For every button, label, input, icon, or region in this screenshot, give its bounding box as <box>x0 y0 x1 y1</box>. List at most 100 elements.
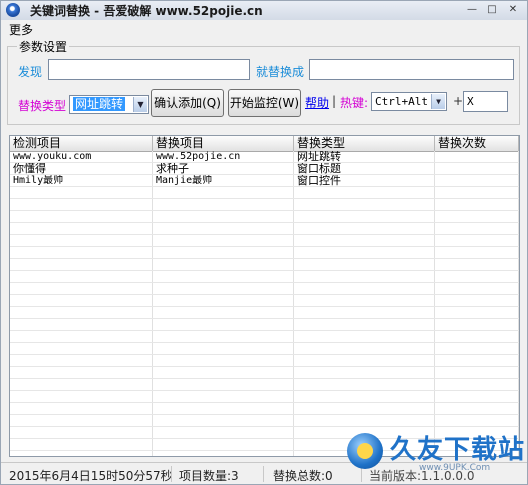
table-row-empty[interactable] <box>10 259 519 271</box>
column-header[interactable]: 检测项目 <box>10 136 153 151</box>
menu-bar: 更多 <box>1 20 527 37</box>
status-replace-total: 替换总数:0 <box>273 469 333 483</box>
table-cell <box>294 367 435 378</box>
table-row-empty[interactable] <box>10 379 519 391</box>
replace-input[interactable] <box>309 59 514 80</box>
table-row-empty[interactable] <box>10 187 519 199</box>
table-cell: 窗口控件 <box>294 175 435 186</box>
rules-table[interactable]: 检测项目 替换项目 替换类型 替换次数 www.youku.com www.52… <box>9 135 520 457</box>
table-cell <box>153 379 294 390</box>
replace-label: 就替换成 <box>256 65 305 79</box>
start-monitor-button[interactable]: 开始监控(W) <box>228 89 301 117</box>
table-cell <box>294 391 435 402</box>
table-cell <box>294 415 435 426</box>
table-header: 检测项目 替换项目 替换类型 替换次数 <box>10 136 519 152</box>
close-button[interactable]: ✕ <box>506 4 520 16</box>
find-input[interactable] <box>48 59 250 80</box>
table-cell: 求种子 <box>153 163 294 174</box>
empty-rows <box>10 187 519 456</box>
hotkey-modifier-value: Ctrl+Alt <box>375 95 428 108</box>
menu-more[interactable]: 更多 <box>9 21 33 38</box>
table-cell <box>10 403 153 414</box>
table-cell <box>10 247 153 258</box>
column-header[interactable]: 替换类型 <box>294 136 435 151</box>
table-row-empty[interactable] <box>10 331 519 343</box>
replace-type-select[interactable]: 网址跳转 ▼ <box>69 95 149 114</box>
table-row-empty[interactable] <box>10 319 519 331</box>
table-row-empty[interactable] <box>10 271 519 283</box>
table-cell <box>435 391 519 402</box>
table-cell <box>294 403 435 414</box>
table-cell <box>435 367 519 378</box>
table-cell <box>10 199 153 210</box>
table-row-empty[interactable] <box>10 343 519 355</box>
table-cell <box>153 271 294 282</box>
table-cell <box>153 187 294 198</box>
table-cell <box>10 343 153 354</box>
table-row-empty[interactable] <box>10 247 519 259</box>
table-cell <box>10 415 153 426</box>
table-cell: Hmily最帅 <box>10 175 153 186</box>
watermark-url: www.9UPK.Com <box>419 463 491 473</box>
table-cell <box>435 319 519 330</box>
table-cell <box>153 259 294 270</box>
table-row-empty[interactable] <box>10 295 519 307</box>
watermark: 久友下载站 www.9UPK.Com <box>344 427 527 484</box>
maximize-button[interactable]: □ <box>485 4 499 16</box>
table-cell <box>294 331 435 342</box>
table-cell <box>294 319 435 330</box>
table-row[interactable]: 你懂得 求种子 窗口标题 <box>10 163 519 175</box>
table-cell <box>153 391 294 402</box>
table-cell: 网址跳转 <box>294 151 435 162</box>
table-cell <box>153 247 294 258</box>
minimize-button[interactable]: — <box>465 4 479 16</box>
hotkey-key-input[interactable]: X <box>463 91 508 112</box>
table-row[interactable]: www.youku.com www.52pojie.cn 网址跳转 <box>10 151 519 163</box>
table-row-empty[interactable] <box>10 403 519 415</box>
table-cell <box>435 295 519 306</box>
table-cell <box>153 367 294 378</box>
replace-type-label: 替换类型 <box>18 99 67 113</box>
table-row-empty[interactable] <box>10 307 519 319</box>
table-row-empty[interactable] <box>10 415 519 427</box>
table-row[interactable]: Hmily最帅 Manjie最帅 窗口控件 <box>10 175 519 187</box>
table-cell <box>153 307 294 318</box>
table-cell <box>294 343 435 354</box>
table-cell <box>10 391 153 402</box>
table-row-empty[interactable] <box>10 235 519 247</box>
table-cell <box>153 331 294 342</box>
table-row-empty[interactable] <box>10 223 519 235</box>
confirm-add-button[interactable]: 确认添加(Q) <box>151 89 224 117</box>
help-link[interactable]: 帮助 <box>305 94 329 111</box>
table-cell <box>294 295 435 306</box>
table-cell <box>10 451 153 456</box>
chevron-down-icon[interactable]: ▼ <box>133 97 147 112</box>
table-cell <box>435 211 519 222</box>
table-row-empty[interactable] <box>10 355 519 367</box>
table-cell <box>294 199 435 210</box>
table-cell <box>10 295 153 306</box>
main-window: 关键词替换 - 吾爱破解 www.52pojie.cn — □ ✕ 更多 参数设… <box>0 0 528 485</box>
table-row-empty[interactable] <box>10 199 519 211</box>
status-item-count: 项目数量:3 <box>179 469 239 483</box>
table-cell <box>10 367 153 378</box>
chevron-down-icon[interactable]: ▼ <box>431 94 445 109</box>
table-cell <box>294 259 435 270</box>
table-row-empty[interactable] <box>10 391 519 403</box>
title-bar[interactable]: 关键词替换 - 吾爱破解 www.52pojie.cn — □ ✕ <box>1 1 527 20</box>
separator: | <box>332 94 337 108</box>
table-cell <box>435 247 519 258</box>
hotkey-modifier-select[interactable]: Ctrl+Alt ▼ <box>371 92 447 111</box>
table-row-empty[interactable] <box>10 211 519 223</box>
table-cell <box>294 235 435 246</box>
watermark-name: 久友下载站 <box>390 435 526 465</box>
params-group-title: 参数设置 <box>17 38 70 55</box>
table-row-empty[interactable] <box>10 283 519 295</box>
table-cell <box>435 343 519 354</box>
column-header[interactable]: 替换次数 <box>435 136 519 151</box>
column-header[interactable]: 替换项目 <box>153 136 294 151</box>
table-cell <box>153 283 294 294</box>
table-cell: 窗口标题 <box>294 163 435 174</box>
table-cell <box>435 355 519 366</box>
table-row-empty[interactable] <box>10 367 519 379</box>
